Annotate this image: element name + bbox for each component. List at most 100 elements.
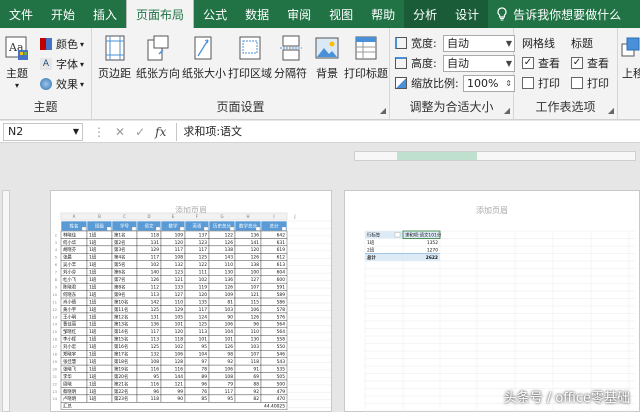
cell-text: 127 <box>175 292 184 298</box>
cell-text: 张晨 <box>63 254 72 261</box>
cell-text: 97 <box>201 359 207 365</box>
background-button[interactable]: 背景 <box>314 34 340 81</box>
tab-data[interactable]: 数据 <box>236 0 278 28</box>
cell-text: 126 <box>225 344 234 350</box>
checkbox-empty-icon <box>571 77 583 89</box>
filter-dropdown-icon <box>281 226 287 231</box>
height-select[interactable]: 自动 ▼ <box>443 54 515 72</box>
cell-text: 81 <box>227 299 233 305</box>
cell-text: 1班 <box>89 298 97 305</box>
watermark: 头条号 / office零基础 <box>503 391 630 406</box>
colors-label: 颜色 <box>56 38 78 51</box>
print-area-button[interactable]: 打印区域 <box>228 34 272 81</box>
name-box[interactable]: N2 ▼ <box>3 122 83 141</box>
cell-text: 613 <box>277 262 286 268</box>
height-value: 自动 <box>447 56 469 70</box>
pivot-row-label: 总计 <box>367 254 376 261</box>
tell-me-box[interactable]: 告诉我你想要做什么 <box>488 0 621 28</box>
cell-text: 1班 <box>89 283 97 290</box>
scale-input[interactable]: 100% ⇕ <box>463 74 515 92</box>
row-number: 9 <box>55 285 57 289</box>
cell-text: 88 <box>253 381 259 387</box>
row-number: 23 <box>53 390 57 394</box>
insert-function-icon[interactable]: fx <box>155 125 166 139</box>
width-select[interactable]: 自动 ▼ <box>443 34 515 52</box>
gridlines-label: 网格线 <box>522 37 555 50</box>
tab-review[interactable]: 审阅 <box>278 0 320 28</box>
page-2: 添加页眉 行标签 求和项:语文101分 1班 1352 2班 1270 总计 2622 <box>344 190 640 412</box>
margins-button[interactable]: 页边距 <box>98 34 131 81</box>
cell-text: 142 <box>151 299 160 305</box>
bring-forward-label: 上移 <box>622 67 640 80</box>
headings-view-checkbox[interactable]: ✓ 查看 <box>571 54 609 72</box>
filter-dropdown-icon <box>131 226 137 231</box>
print-area-icon <box>237 34 263 62</box>
fonts-button[interactable]: A 字体 ▾ <box>40 55 84 73</box>
cell-text: 102 <box>175 344 184 350</box>
tab-page-layout[interactable]: 页面布局 <box>126 0 195 28</box>
cell-text: 118 <box>151 396 160 402</box>
col-letter: B <box>98 214 101 219</box>
cell-text: 第20名 <box>114 373 128 380</box>
cell-text: 1班 <box>89 254 97 261</box>
gridlines-view-checkbox[interactable]: ✓ 查看 <box>522 54 560 72</box>
bring-forward-button[interactable]: 上移 <box>620 34 640 81</box>
tab-formulas[interactable]: 公式 <box>194 0 236 28</box>
print-titles-button[interactable]: 打印标题 <box>344 34 388 81</box>
cell-text: 92 <box>227 359 233 365</box>
tab-help[interactable]: 帮助 <box>362 0 404 28</box>
tab-design[interactable]: 设计 <box>446 0 489 28</box>
group-themes: Aa 主题 ▾ 颜色 ▾ A 字体 ▾ 效果 ▾ 主题 <box>0 28 92 120</box>
height-icon <box>395 57 407 69</box>
formula-input[interactable]: 求和项:语文 <box>176 122 640 141</box>
cell-text: 111 <box>199 270 208 276</box>
cell-text: 1班 <box>89 351 97 358</box>
colors-button[interactable]: 颜色 ▾ <box>40 35 84 53</box>
enter-icon[interactable]: ✓ <box>135 125 145 139</box>
breaks-button[interactable]: 分隔符 <box>274 34 307 81</box>
tab-view[interactable]: 视图 <box>320 0 362 28</box>
cell-text: 第21名 <box>114 380 128 387</box>
tab-file[interactable]: 文件 <box>0 0 42 28</box>
headings-print-checkbox[interactable]: 打印 <box>571 74 609 92</box>
cell-text: 95 <box>153 374 159 380</box>
cell-text: 90 <box>227 314 233 320</box>
group-page-setup: 页边距 纸张方向 纸张大小 打印区域 分隔符 背景 打印标题 页面设置 ◢ <box>92 28 390 120</box>
cell-text: 125 <box>151 307 160 313</box>
cell-text: 郑晓宇 <box>63 351 77 358</box>
cell-text: 122 <box>225 232 234 238</box>
cell-text: 李小辉 <box>63 336 77 343</box>
tab-analyze[interactable]: 分析 <box>404 0 447 28</box>
cell-text: 第12名 <box>114 313 128 320</box>
col-letter: A <box>73 214 76 219</box>
cell-text: 第9名 <box>114 291 126 298</box>
size-button[interactable]: 纸张大小 <box>182 34 226 81</box>
pivot-row-value: 2622 <box>426 255 438 261</box>
effects-button[interactable]: 效果 ▾ <box>40 75 84 93</box>
row-number: 21 <box>53 375 57 379</box>
sheet-options-launcher-icon[interactable]: ◢ <box>608 106 614 115</box>
orientation-icon <box>145 34 171 62</box>
cell-text: 101 <box>199 337 208 343</box>
cell-text: 619 <box>277 247 286 253</box>
tab-home[interactable]: 开始 <box>42 0 84 28</box>
group-sheet-options: 网格线 标题 ✓ 查看 ✓ 查看 打印 打印 工作表选项 ◢ <box>514 28 618 120</box>
cell-text: 143 <box>225 255 234 261</box>
orientation-button[interactable]: 纸张方向 <box>136 34 180 81</box>
page-setup-launcher-icon[interactable]: ◢ <box>380 106 386 115</box>
cell-text: 126 <box>251 314 260 320</box>
row-number: 10 <box>53 293 57 297</box>
cancel-icon[interactable]: ✕ <box>115 125 125 139</box>
themes-button[interactable]: Aa 主题 ▾ <box>4 34 30 90</box>
cell-text: 125 <box>199 322 208 328</box>
pivot-row-value: 1352 <box>427 240 438 246</box>
cell-text: 612 <box>277 255 286 261</box>
pivot-row-value: 1270 <box>427 247 438 253</box>
scale-launcher-icon[interactable]: ◢ <box>504 106 510 115</box>
cell-text: 123 <box>175 270 184 276</box>
cell-text: 126 <box>225 240 234 246</box>
gridlines-print-checkbox[interactable]: 打印 <box>522 74 560 92</box>
tab-insert[interactable]: 插入 <box>84 0 126 28</box>
cell-text: 138 <box>225 247 234 253</box>
group-themes-label: 主题 <box>33 100 58 114</box>
